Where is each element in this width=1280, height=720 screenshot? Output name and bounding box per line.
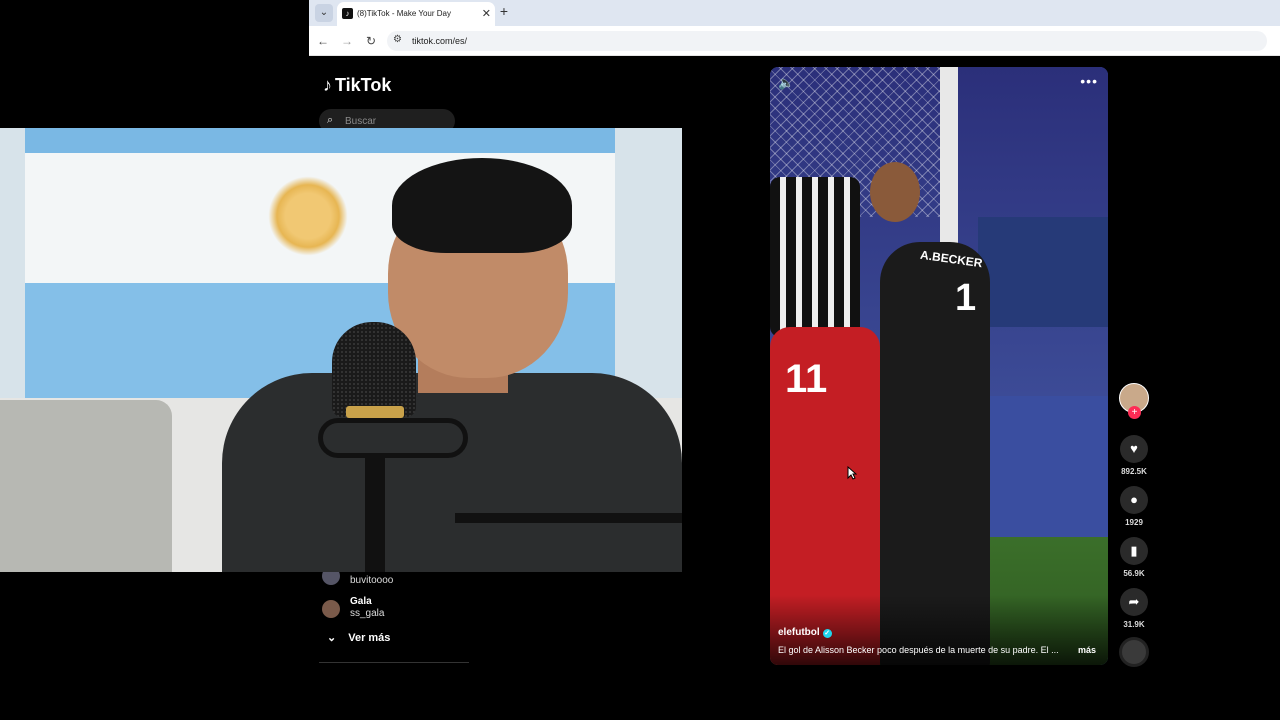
account-item[interactable]: Gala ss_gala	[322, 596, 472, 626]
avatar	[322, 600, 340, 618]
logo-text: TikTok	[335, 75, 392, 95]
mic-mount	[318, 418, 468, 458]
more-icon[interactable]: •••	[1080, 73, 1098, 89]
sun-of-may-icon	[268, 176, 348, 256]
like-count: 892.5K	[1121, 467, 1147, 476]
screen: { "browser": { "tab_title": "(8)TikTok -…	[0, 0, 1280, 720]
video-author[interactable]: elefutbol ✓	[778, 627, 832, 638]
tab-title: (8)TikTok - Make Your Day	[357, 9, 451, 18]
flag-stripe-top	[25, 128, 615, 153]
webcam-overlay	[0, 128, 682, 572]
browser-toolbar: ← → ↻ ⚙ tiktok.com/es/	[309, 26, 1280, 56]
save-button[interactable]: ▮ 56.9K	[1117, 537, 1151, 578]
video-player[interactable]: A.BECKER 1 11 🔈 ••• elefutbol ✓ El gol de…	[770, 67, 1108, 665]
tiktok-icon: ♪	[342, 8, 353, 19]
account-username: ss_gala	[350, 608, 385, 619]
tiktok-icon: ♪	[323, 75, 332, 95]
mic-arm	[365, 458, 385, 572]
microphone-icon	[332, 322, 416, 417]
comment-button[interactable]: ● 1929	[1117, 486, 1151, 527]
address-bar[interactable]: ⚙ tiktok.com/es/	[387, 31, 1267, 51]
tab-strip: ⌄ ♪ (8)TikTok - Make Your Day ✕ +	[309, 0, 1280, 26]
url-text: tiktok.com/es/	[412, 36, 468, 46]
share-count: 31.9K	[1123, 620, 1145, 629]
red-jersey-number: 11	[785, 357, 828, 401]
author-name: elefutbol	[778, 627, 820, 638]
comment-icon: ●	[1120, 486, 1148, 514]
person-body	[222, 373, 682, 572]
mouse-cursor-icon	[847, 466, 857, 480]
reload-icon[interactable]: ↻	[363, 33, 379, 49]
person-hair	[392, 158, 572, 253]
tiktok-logo[interactable]: ♪ TikTok	[323, 75, 391, 96]
like-button[interactable]: ♥ 892.5K	[1117, 435, 1151, 476]
share-button[interactable]: ➦ 31.9K	[1117, 588, 1151, 629]
search-icon: ⌕	[327, 114, 334, 126]
tune-icon[interactable]: ⚙	[393, 34, 402, 45]
bookmark-icon: ▮	[1120, 537, 1148, 565]
volume-icon[interactable]: 🔈	[778, 75, 794, 91]
close-icon[interactable]: ✕	[482, 7, 491, 20]
see-more-button[interactable]: ⌄ Ver más	[327, 631, 390, 644]
verified-icon: ✓	[822, 629, 832, 638]
forward-icon[interactable]: →	[339, 33, 355, 49]
mic-ring	[346, 406, 404, 418]
save-count: 56.9K	[1123, 569, 1145, 578]
jersey-number: 1	[955, 277, 977, 319]
couch	[0, 400, 172, 572]
follow-plus-icon[interactable]: +	[1128, 406, 1141, 419]
see-more-label: Ver más	[348, 632, 391, 644]
video-caption: El gol de Alisson Becker poco después de…	[778, 645, 1059, 655]
tab-list-icon[interactable]: ⌄	[315, 4, 333, 22]
back-icon[interactable]: ←	[315, 33, 331, 49]
desk-arm	[455, 513, 682, 523]
search-placeholder: Buscar	[345, 116, 377, 127]
tab-tiktok[interactable]: ♪ (8)TikTok - Make Your Day ✕	[337, 2, 495, 26]
divider	[319, 662, 469, 663]
player-striped	[770, 177, 860, 337]
player-head	[870, 162, 920, 222]
new-tab-button[interactable]: +	[495, 3, 513, 19]
share-icon: ➦	[1120, 588, 1148, 616]
heart-icon: ♥	[1120, 435, 1148, 463]
music-disc-icon[interactable]	[1119, 637, 1149, 667]
caption-more-link[interactable]: más	[1078, 645, 1096, 655]
chevron-down-icon: ⌄	[327, 632, 337, 644]
account-name: Gala	[350, 596, 372, 607]
comment-count: 1929	[1125, 518, 1143, 527]
video-stand	[978, 217, 1108, 327]
account-username: buvitoooo	[350, 575, 394, 586]
